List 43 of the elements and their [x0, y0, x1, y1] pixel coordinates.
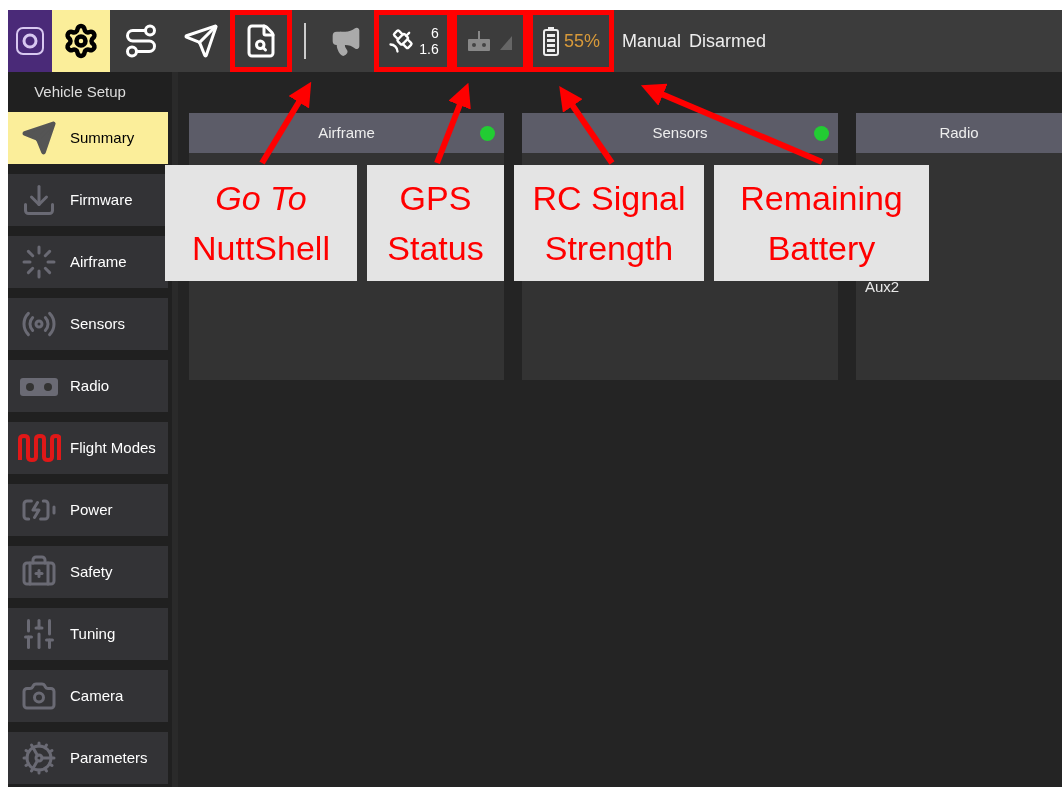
sidebar-item[interactable]: Summary [8, 112, 168, 164]
row-label: Aux2 [865, 277, 900, 296]
sidebar-item[interactable]: Tuning [8, 608, 168, 660]
sliders-icon [21, 616, 57, 652]
logo-icon [15, 26, 45, 56]
callout-text: RC Signal Strength [532, 178, 686, 269]
setup-button[interactable] [52, 10, 110, 72]
sidebar-item[interactable]: Sensors [8, 298, 168, 350]
callout-text: Remaining Battery [740, 178, 903, 269]
app-logo-button[interactable] [8, 10, 52, 72]
sidebar-item[interactable]: Camera [8, 670, 168, 722]
satellite-icon [387, 27, 416, 55]
card-title: Airframe [318, 122, 375, 143]
sidebar-item[interactable]: Firmware [8, 174, 168, 226]
download-icon [21, 182, 57, 218]
dots-icon [21, 244, 57, 280]
rc-signal-indicator[interactable] [452, 10, 528, 72]
battery-percent: 55% [564, 29, 600, 53]
route-icon [123, 23, 159, 59]
battery-indicator[interactable]: 55% [528, 10, 614, 72]
sidebar-item[interactable]: Radio [8, 360, 168, 412]
paper-plane-icon [183, 23, 219, 59]
callout-text: Go To NuttShell [192, 178, 330, 269]
sidebar-item[interactable]: Power [8, 484, 168, 536]
battery-icon [542, 26, 560, 56]
callout-text: GPS Status [387, 178, 484, 269]
megaphone-icon [330, 25, 362, 57]
satellite-count: 6 [430, 25, 439, 41]
wave-icon [17, 433, 61, 463]
sidebar-item[interactable]: Airframe [8, 236, 168, 288]
card-title: Sensors [652, 122, 708, 143]
paper-plane-icon [21, 120, 57, 156]
sidebar-item[interactable]: Flight Modes [8, 422, 168, 474]
sidebar-title: Vehicle Setup [33, 81, 127, 102]
transmitter-icon [467, 30, 491, 52]
card-title: Radio [939, 122, 979, 143]
sidebar-item[interactable]: Safety [8, 546, 168, 598]
status-text: Disarmed [689, 29, 767, 53]
sidebar-item[interactable]: Parameters [8, 732, 168, 784]
gps-indicator[interactable]: 6 1.6 [374, 10, 452, 72]
hdop-value: 1.6 [419, 41, 439, 57]
analyze-button[interactable] [230, 10, 292, 72]
status-text: Manual [622, 29, 682, 53]
